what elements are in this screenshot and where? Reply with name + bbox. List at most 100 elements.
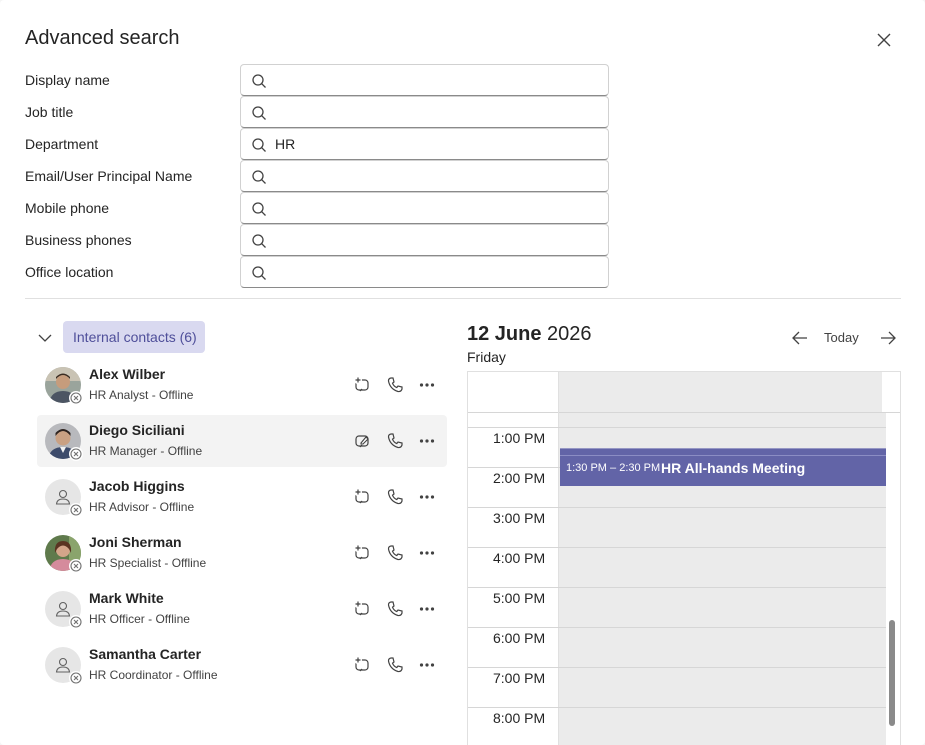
close-button[interactable] xyxy=(872,28,896,52)
contact-subtitle: HR Specialist - Offline xyxy=(89,556,207,570)
previous-day-button[interactable] xyxy=(788,326,812,350)
event-time: 1:30 PM – 2:30 PM xyxy=(566,462,661,474)
field-email: Email/User Principal Name xyxy=(25,160,615,192)
hour-label: 8:00 PM xyxy=(493,710,546,726)
hour-line xyxy=(468,547,886,548)
email-input[interactable] xyxy=(275,162,595,190)
business-phones-input-box[interactable] xyxy=(240,224,609,256)
chat-edit-icon xyxy=(355,435,369,448)
more-options-button[interactable] xyxy=(415,653,439,677)
contact-row[interactable]: Jacob Higgins HR Advisor - Offline xyxy=(37,471,447,523)
more-options-button[interactable] xyxy=(415,541,439,565)
field-business-phones: Business phones xyxy=(25,224,615,256)
job-title-input-box[interactable] xyxy=(240,96,609,128)
calendar-day-grid[interactable]: 1:00 PM 2:00 PM 3:00 PM 4:00 PM 5:00 PM … xyxy=(467,371,901,745)
chat-button[interactable] xyxy=(350,485,374,509)
chat-button[interactable] xyxy=(350,597,374,621)
office-location-input-box[interactable] xyxy=(240,256,609,288)
next-day-button[interactable] xyxy=(876,326,900,350)
department-input-box[interactable] xyxy=(240,128,609,160)
contact-name: Alex Wilber xyxy=(89,366,166,382)
hour-line xyxy=(468,667,886,668)
presence-offline-icon xyxy=(69,391,83,405)
email-input-box[interactable] xyxy=(240,160,609,192)
chat-add-icon xyxy=(354,376,369,392)
calendar-date-day-month: 12 June xyxy=(467,323,542,345)
contact-name: Mark White xyxy=(89,590,164,606)
today-button[interactable]: Today xyxy=(824,330,859,345)
department-input[interactable] xyxy=(275,130,595,158)
chat-button[interactable] xyxy=(350,541,374,565)
contact-subtitle: HR Officer - Offline xyxy=(89,612,190,626)
call-button[interactable] xyxy=(383,485,407,509)
job-title-input[interactable] xyxy=(275,98,595,126)
more-icon xyxy=(419,495,435,499)
hour-label: 2:00 PM xyxy=(493,470,546,486)
more-options-button[interactable] xyxy=(415,429,439,453)
hour-line xyxy=(468,627,886,628)
event-title: HR All-hands Meeting xyxy=(661,460,806,476)
more-icon xyxy=(419,551,435,555)
search-icon xyxy=(252,170,266,184)
contact-row[interactable]: Diego Siciliani HR Manager - Offline xyxy=(37,415,447,467)
arrow-left-icon xyxy=(792,331,807,345)
phone-icon xyxy=(387,433,403,449)
field-label: Business phones xyxy=(25,232,132,248)
contact-row[interactable]: Joni Sherman HR Specialist - Offline xyxy=(37,527,447,579)
chat-button[interactable] xyxy=(350,429,374,453)
chat-add-icon xyxy=(354,488,369,504)
field-label: Job title xyxy=(25,104,74,120)
collapse-group-button[interactable] xyxy=(36,329,54,347)
contact-name: Samantha Carter xyxy=(89,646,202,662)
office-location-input[interactable] xyxy=(275,258,595,286)
more-options-button[interactable] xyxy=(415,373,439,397)
contact-subtitle: HR Analyst - Offline xyxy=(89,388,194,402)
phone-icon xyxy=(387,545,403,561)
contact-row[interactable]: Samantha Carter HR Coordinator - Offline xyxy=(37,639,447,691)
more-options-button[interactable] xyxy=(415,485,439,509)
chat-button[interactable] xyxy=(350,653,374,677)
chat-button[interactable] xyxy=(350,373,374,397)
hour-label: 1:00 PM xyxy=(493,430,546,446)
call-button[interactable] xyxy=(383,429,407,453)
presence-offline-icon xyxy=(69,503,83,517)
call-button[interactable] xyxy=(383,597,407,621)
call-button[interactable] xyxy=(383,541,407,565)
all-day-area[interactable] xyxy=(559,372,882,412)
search-icon xyxy=(252,138,266,152)
calendar-date-year: 2026 xyxy=(547,323,592,345)
display-name-input-box[interactable] xyxy=(240,64,609,96)
contact-subtitle: HR Advisor - Offline xyxy=(89,500,195,514)
hour-label: 5:00 PM xyxy=(493,590,546,606)
field-job-title: Job title xyxy=(25,96,615,128)
calendar-event[interactable]: 1:30 PM – 2:30 PM HR All-hands Meeting xyxy=(560,448,886,486)
contact-name: Diego Siciliani xyxy=(89,422,185,438)
more-icon xyxy=(419,383,435,387)
call-button[interactable] xyxy=(383,373,407,397)
mobile-phone-input-box[interactable] xyxy=(240,192,609,224)
call-button[interactable] xyxy=(383,653,407,677)
field-label: Department xyxy=(25,136,99,152)
field-label: Mobile phone xyxy=(25,200,110,216)
contact-row[interactable]: Mark White HR Officer - Offline xyxy=(37,583,447,635)
internal-contacts-group[interactable]: Internal contacts (6) xyxy=(63,321,205,353)
chat-add-icon xyxy=(354,544,369,560)
contact-subtitle: HR Manager - Offline xyxy=(89,444,203,458)
display-name-input[interactable] xyxy=(275,66,595,94)
presence-offline-icon xyxy=(69,447,83,461)
phone-icon xyxy=(387,377,403,393)
phone-icon xyxy=(387,657,403,673)
contact-name: Jacob Higgins xyxy=(89,478,185,494)
hour-label: 4:00 PM xyxy=(493,550,546,566)
chat-add-icon xyxy=(354,600,369,616)
contact-subtitle: HR Coordinator - Offline xyxy=(89,668,218,682)
contact-name: Joni Sherman xyxy=(89,534,182,550)
calendar-date: 12 June 2026 xyxy=(467,323,592,346)
hour-line xyxy=(468,507,886,508)
hour-label: 7:00 PM xyxy=(493,670,546,686)
business-phones-input[interactable] xyxy=(275,226,595,254)
calendar-scrollbar[interactable] xyxy=(889,620,895,726)
more-options-button[interactable] xyxy=(415,597,439,621)
contact-row[interactable]: Alex Wilber HR Analyst - Offline xyxy=(37,359,447,411)
mobile-phone-input[interactable] xyxy=(275,194,595,222)
